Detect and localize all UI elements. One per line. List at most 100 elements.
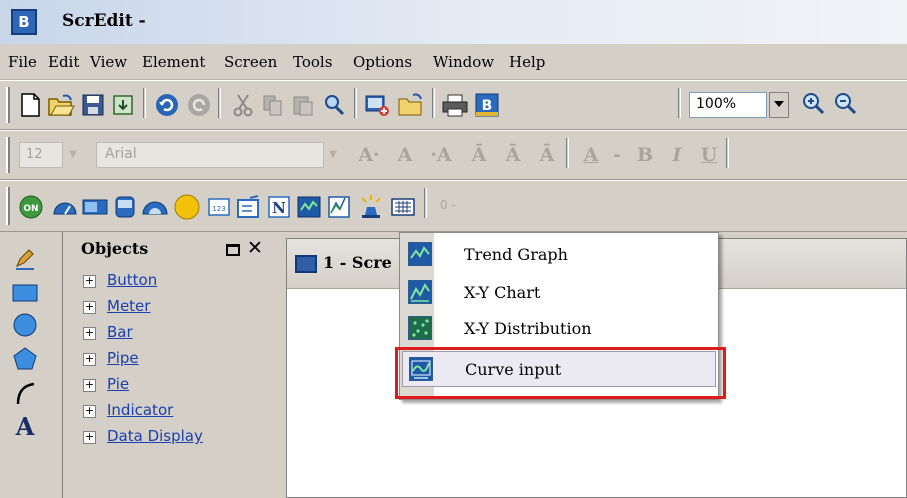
toolbar-separator	[566, 138, 569, 168]
bold-button[interactable]: B	[632, 141, 658, 169]
zoom-out-icon[interactable]	[830, 89, 860, 119]
trend-graph-icon[interactable]	[294, 192, 324, 222]
pie-icon[interactable]	[140, 192, 170, 222]
open-screen-icon[interactable]	[396, 90, 426, 120]
screen-icon	[295, 255, 317, 273]
objects-panel-header: Objects ✕	[69, 236, 273, 264]
underline-button[interactable]: U	[696, 141, 722, 169]
text-tool-icon[interactable]: A	[8, 408, 42, 442]
circle-tool-icon[interactable]	[8, 308, 42, 342]
expand-icon[interactable]: +	[83, 301, 96, 314]
copy-icon[interactable]	[258, 90, 288, 120]
font-name-input[interactable]: Arial	[96, 142, 324, 168]
paste-icon[interactable]	[288, 90, 318, 120]
tree-item-bar[interactable]: + Bar	[73, 320, 269, 346]
numeric-icon[interactable]: 123	[204, 192, 234, 222]
menu-item-label: Trend Graph	[464, 245, 568, 264]
pipe-icon[interactable]	[110, 192, 140, 222]
objects-panel: Objects ✕ + Button + Meter + Bar + Pipe …	[62, 232, 276, 498]
menu-file[interactable]: File	[8, 53, 37, 71]
italic-button[interactable]: I	[664, 141, 690, 169]
undo-icon[interactable]	[152, 90, 182, 120]
svg-text:123: 123	[212, 205, 225, 213]
cut-icon[interactable]	[228, 90, 258, 120]
tree-item-pipe[interactable]: + Pipe	[73, 346, 269, 372]
chevron-down-icon[interactable]: ▼	[64, 142, 82, 168]
elements-toolbar: ON 123 N 0 -	[0, 180, 907, 232]
find-icon[interactable]	[319, 90, 349, 120]
xy-chart-icon[interactable]	[324, 192, 354, 222]
pencil-icon[interactable]	[8, 242, 42, 276]
button-on-icon[interactable]: ON	[16, 192, 46, 222]
menu-options[interactable]: Options	[353, 53, 412, 71]
compile-icon[interactable]: B	[472, 90, 502, 120]
expand-icon[interactable]: +	[83, 275, 96, 288]
tree-item-label: Pie	[107, 375, 130, 393]
menu-tools[interactable]: Tools	[293, 53, 332, 71]
toolbar-grip[interactable]	[6, 87, 10, 123]
toolbar-grip[interactable]	[6, 137, 10, 173]
format-toolbar: 12 ▼ Arial ▼ A· A ·A Ā Ā Ā A - B I U	[0, 130, 907, 180]
font-size-input[interactable]: 12	[19, 142, 63, 168]
align-left-button[interactable]: A·	[356, 141, 382, 169]
new-file-icon[interactable]	[15, 90, 45, 120]
rectangle-tool-icon[interactable]	[8, 276, 42, 310]
print-icon[interactable]	[440, 90, 470, 120]
alarm-icon[interactable]	[356, 192, 386, 222]
tree-item-data-display[interactable]: + Data Display	[73, 424, 269, 450]
window-title: ScrEdit -	[62, 11, 146, 31]
menu-window[interactable]: Window	[433, 53, 494, 71]
expand-icon[interactable]: +	[83, 379, 96, 392]
chevron-down-icon[interactable]: ▼	[324, 142, 342, 168]
menu-view[interactable]: View	[90, 53, 127, 71]
align-middle-button[interactable]: Ā	[500, 141, 526, 169]
align-bottom-button[interactable]: Ā	[534, 141, 560, 169]
redo-icon[interactable]	[184, 90, 214, 120]
open-folder-icon[interactable]	[46, 90, 76, 120]
expand-icon[interactable]: +	[83, 327, 96, 340]
expand-icon[interactable]: +	[83, 405, 96, 418]
tree-item-meter[interactable]: + Meter	[73, 294, 269, 320]
menu-edit[interactable]: Edit	[48, 53, 79, 71]
arc-tool-icon[interactable]	[8, 376, 42, 410]
menu-screen[interactable]: Screen	[224, 53, 277, 71]
zoom-input[interactable]: 100%	[689, 92, 767, 118]
data-display-icon[interactable]: N	[264, 192, 294, 222]
restore-icon[interactable]	[226, 244, 240, 256]
menu-item-trend-graph[interactable]: Trend Graph	[402, 237, 716, 273]
expand-icon[interactable]: +	[83, 353, 96, 366]
app-icon[interactable]: B	[11, 9, 37, 35]
svg-text:A: A	[15, 412, 35, 439]
meter-icon[interactable]	[50, 192, 80, 222]
font-color-dropdown[interactable]: -	[604, 141, 630, 169]
toolbar-separator	[218, 88, 221, 118]
zoom-in-icon[interactable]	[798, 89, 828, 119]
menu-help[interactable]: Help	[509, 53, 545, 71]
import-icon[interactable]	[108, 90, 138, 120]
menu-item-xy-distribution[interactable]: X-Y Distribution	[402, 311, 716, 347]
close-icon[interactable]: ✕	[247, 237, 263, 259]
svg-text:ON: ON	[23, 204, 38, 214]
toolbar-grip[interactable]	[6, 187, 10, 225]
font-color-button[interactable]: A	[578, 141, 604, 169]
polygon-tool-icon[interactable]	[8, 342, 42, 376]
menu-element[interactable]: Element	[142, 53, 205, 71]
align-right-button[interactable]: ·A	[428, 141, 454, 169]
tree-item-pie[interactable]: + Pie	[73, 372, 269, 398]
keypad-icon[interactable]	[388, 192, 418, 222]
screen-window-title: 1 - Scre	[323, 253, 392, 272]
tree-item-indicator[interactable]: + Indicator	[73, 398, 269, 424]
tree-item-button[interactable]: + Button	[73, 268, 269, 294]
add-screen-icon[interactable]	[362, 90, 392, 120]
xy-distribution-icon	[408, 316, 432, 340]
input-icon[interactable]	[234, 192, 264, 222]
align-center-button[interactable]: A	[392, 141, 418, 169]
bar-icon[interactable]	[80, 192, 110, 222]
zoom-dropdown-button[interactable]	[769, 92, 789, 118]
save-icon[interactable]	[78, 90, 108, 120]
line-width-field[interactable]: 0 -	[436, 193, 476, 219]
align-top-button[interactable]: Ā	[466, 141, 492, 169]
expand-icon[interactable]: +	[83, 431, 96, 444]
menu-item-xy-chart[interactable]: X-Y Chart	[402, 275, 716, 311]
indicator-icon[interactable]	[172, 192, 202, 222]
